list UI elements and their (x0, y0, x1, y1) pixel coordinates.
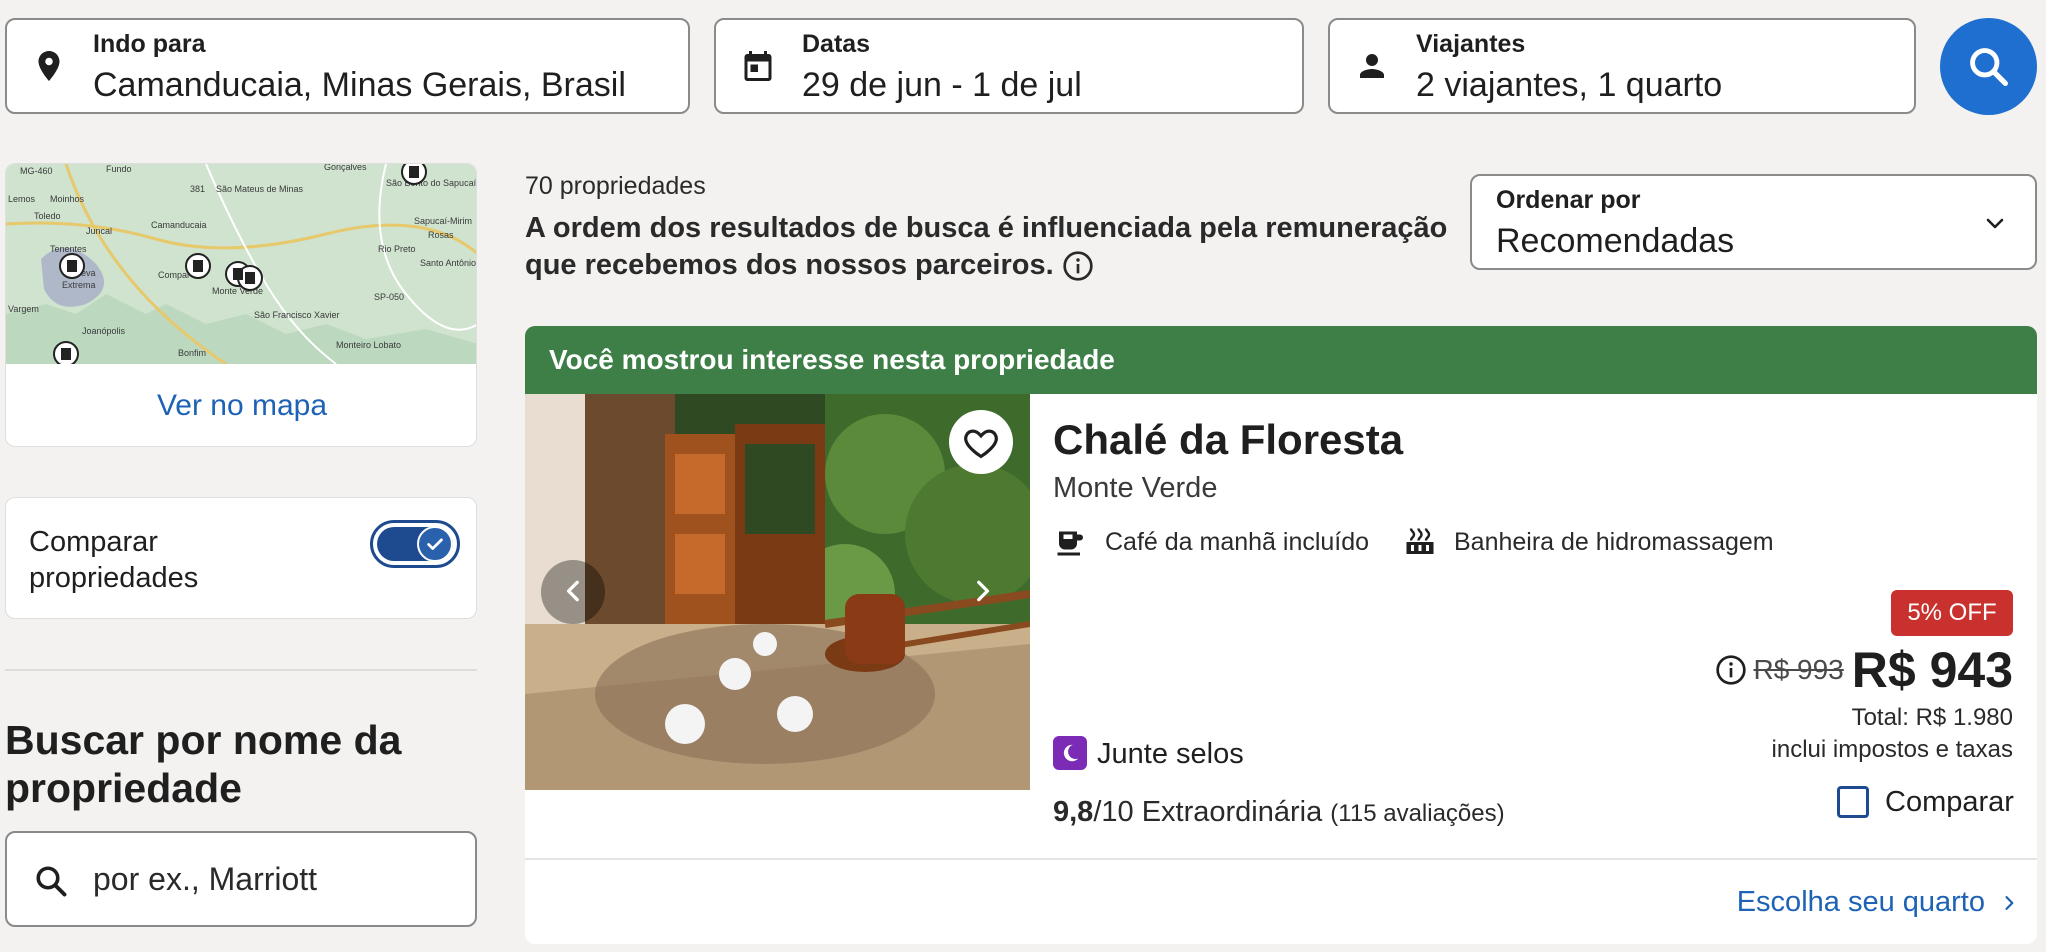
search-button[interactable] (1940, 18, 2037, 115)
choose-room-link[interactable]: Escolha seu quarto (1737, 886, 2019, 919)
current-price: R$ 943 (1851, 642, 2013, 698)
amenity-label: Banheira de hidromassagem (1454, 528, 1774, 556)
amenity-breakfast: Café da manhã incluído (1053, 524, 1373, 560)
destination-label: Indo para (93, 30, 206, 58)
amenity-label: Café da manhã incluído (1105, 528, 1370, 556)
choose-room-label: Escolha seu quarto (1736, 886, 1985, 918)
view-on-map-link[interactable]: Ver no mapa (6, 364, 476, 446)
destination-value: Camanducaia, Minas Gerais, Brasil (93, 66, 626, 104)
calendar-icon (744, 51, 772, 81)
property-location: Monte Verde (1053, 472, 1218, 504)
map-place-label: Santo Antônio do Pinhal (420, 258, 477, 268)
travelers-value: 2 viajantes, 1 quarto (1416, 66, 1723, 104)
travelers-label: Viajantes (1416, 30, 1526, 58)
map-place-label: Tenentes (50, 244, 87, 254)
total-price: Total: R$ 1.980 (1851, 704, 2013, 731)
card-divider (525, 858, 2037, 860)
map-place-label: Toledo (34, 211, 61, 221)
coffee-cup-icon (1057, 531, 1083, 556)
hot-tub-icon (1406, 528, 1434, 554)
rating-scale: /10 Extraordinária (1093, 796, 1323, 828)
rating-score: 9,8 (1053, 796, 1094, 828)
next-photo-button[interactable] (949, 560, 1013, 624)
map-place-label: São Mateus de Minas (216, 184, 304, 194)
chevron-left-icon (566, 580, 579, 602)
sort-dropdown[interactable]: Ordenar por Recomendadas (1470, 174, 2037, 270)
map-place-label: Rio Preto (378, 244, 416, 254)
original-price: R$ 993 (1753, 654, 1844, 685)
compare-checkbox-label: Comparar (1885, 786, 2014, 818)
moon-icon (1053, 736, 1087, 770)
sidebar-divider (5, 669, 477, 671)
search-icon (36, 866, 67, 897)
map-place-label: São Francisco Xavier (254, 310, 340, 320)
taxes-note: inclui impostos e taxas (1771, 736, 2013, 763)
sort-value: Recomendadas (1496, 222, 1735, 260)
map-place-label: Sapucaí-Mirim (414, 216, 472, 226)
map-place-label: Joanópolis (82, 326, 126, 336)
location-pin-icon (38, 51, 60, 81)
map-road-label: MG-460 (20, 166, 53, 176)
dates-field[interactable]: Datas 29 de jun - 1 de jul (714, 18, 1304, 114)
toggle-knob (417, 526, 453, 562)
heart-icon (964, 429, 998, 459)
discount-badge: 5% OFF (1891, 590, 2013, 636)
map-place-label: Camanducaia (151, 220, 207, 230)
map-place-label: Bonfim (178, 348, 206, 358)
property-card[interactable]: Você mostrou interesse nesta propriedade (525, 326, 2037, 944)
favorite-button[interactable] (949, 410, 1013, 474)
checkmark-icon (427, 538, 443, 550)
map-place-label: Gonçalves (324, 164, 367, 172)
map-card[interactable]: Gonçalves Fundo São Mateus de Minas São … (5, 163, 477, 447)
ranking-disclaimer: A ordem dos resultados de busca é influe… (525, 210, 1455, 284)
info-icon[interactable] (1062, 250, 1094, 282)
price-info-icon[interactable] (1715, 654, 1747, 686)
dates-label: Datas (802, 30, 871, 58)
checkbox-box[interactable] (1837, 786, 1869, 818)
search-icon (1970, 48, 2008, 86)
map-thumbnail[interactable]: Gonçalves Fundo São Mateus de Minas São … (6, 164, 477, 364)
map-place-label: Moinhos (50, 194, 85, 204)
map-place-label: Extrema (62, 280, 96, 290)
compare-properties-card: Comparar propriedades (5, 497, 477, 619)
sort-label: Ordenar por (1496, 186, 1641, 214)
travelers-field[interactable]: Viajantes 2 viajantes, 1 quarto (1328, 18, 1916, 114)
map-place-label: Vargem (8, 304, 39, 314)
stamps-label: Junte selos (1097, 738, 1244, 770)
review-count: (115 avaliações) (1330, 800, 1505, 827)
ranking-disclaimer-text: A ordem dos resultados de busca é influe… (525, 212, 1448, 281)
map-place-label: Lemos (8, 194, 36, 204)
map-place-label: Rosas (428, 230, 454, 240)
price-row: R$ 993 R$ 943 (1715, 641, 2013, 701)
compare-properties-toggle[interactable] (370, 520, 460, 568)
amenity-hot-tub: Banheira de hidromassagem (1402, 524, 1822, 560)
property-name-search-field[interactable] (5, 831, 477, 927)
property-photo[interactable] (525, 394, 1030, 790)
dates-value: 29 de jun - 1 de jul (802, 66, 1082, 104)
chevron-down-icon (1986, 218, 2004, 229)
map-place-label: São Bento do Sapucaí (386, 178, 477, 188)
compare-properties-label: Comparar propriedades (29, 526, 199, 594)
property-name[interactable]: Chalé da Floresta (1053, 416, 1403, 464)
destination-field[interactable]: Indo para Camanducaia, Minas Gerais, Bra… (5, 18, 690, 114)
map-place-label: Juncal (86, 226, 112, 236)
property-name-search-heading: Buscar por nome da propriedade (5, 717, 402, 811)
map-road-label: 381 (190, 184, 205, 194)
previous-photo-button[interactable] (541, 560, 605, 624)
map-place-label: Compar (158, 270, 190, 280)
results-count: 70 propriedades (525, 172, 706, 200)
rating: 9,8/10 Extraordinária (115 avaliações) (1053, 796, 1505, 829)
property-name-search-input[interactable] (93, 861, 453, 898)
chevron-right-icon (2005, 896, 2014, 911)
person-icon (1360, 54, 1384, 78)
map-road-label: SP-050 (374, 292, 404, 302)
map-place-label: Monteiro Lobato (336, 340, 401, 350)
chevron-right-icon (977, 580, 990, 602)
map-place-label: Fundo (106, 164, 132, 174)
interest-banner: Você mostrou interesse nesta propriedade (525, 326, 2037, 394)
